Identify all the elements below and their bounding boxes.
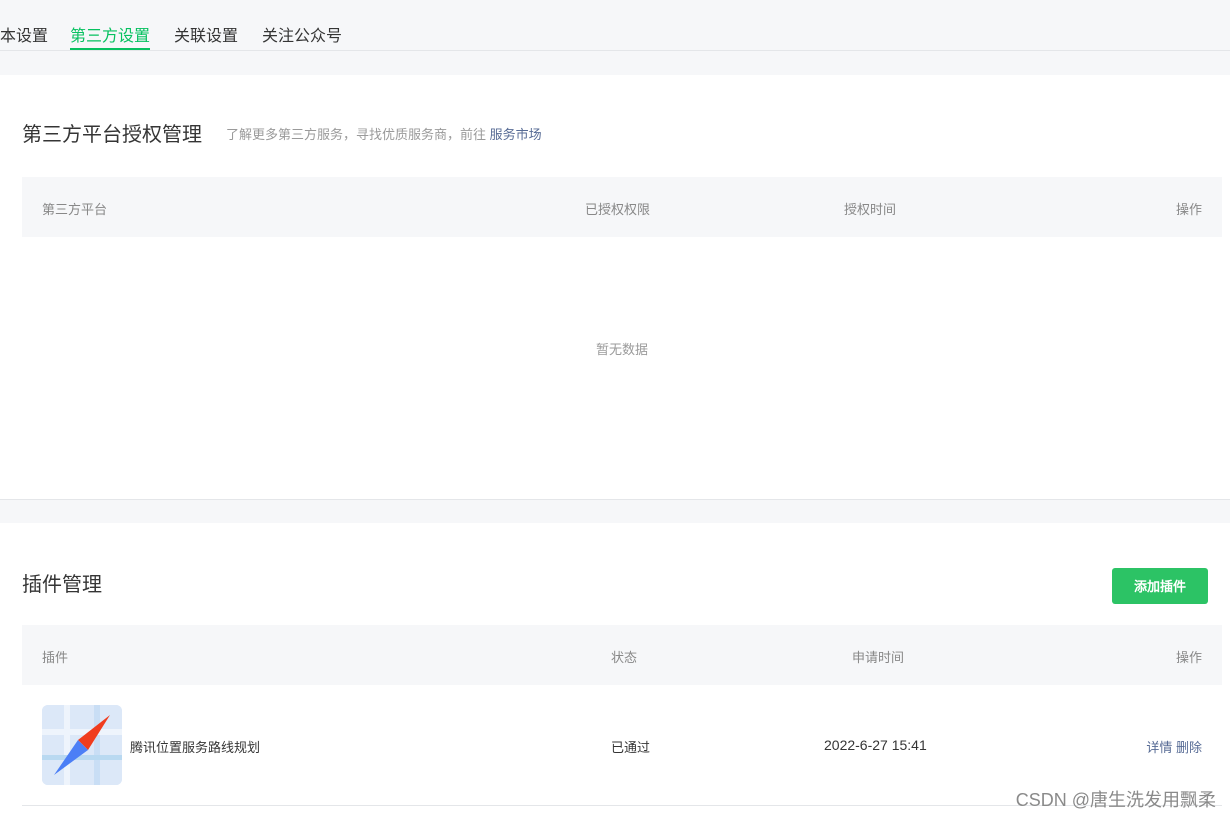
col-auth-time: 授权时间 (844, 202, 897, 217)
watermark: CSDN @唐生洗发用飘柔 (1015, 790, 1216, 810)
tab-basic-settings[interactable]: 本设置 (0, 22, 48, 50)
col-third-party-platform: 第三方平台 (42, 202, 108, 217)
tab-follow-official-account[interactable]: 关注公众号 (262, 22, 342, 50)
col-authorized-permissions: 已授权权限 (585, 202, 651, 217)
auth-desc-text: 了解更多第三方服务，寻找优质服务商，前往 (226, 127, 487, 142)
map-compass-icon (42, 705, 122, 785)
plugin-actions: 详情 删除 (1146, 737, 1202, 756)
plugin-apply-time: 2022-6-27 15:41 (824, 737, 927, 753)
auth-panel: 第三方平台授权管理 了解更多第三方服务，寻找优质服务商，前往 服务市场 第三方平… (0, 75, 1230, 500)
col-status: 状态 (611, 650, 638, 665)
plugin-name: 腾讯位置服务路线规划 (130, 740, 261, 755)
col-plugin: 插件 (42, 650, 69, 665)
auth-section-title: 第三方平台授权管理 (22, 124, 202, 146)
plugin-detail-link[interactable]: 详情 (1146, 740, 1172, 755)
tab-bar: 本设置 第三方设置 关联设置 关注公众号 (0, 0, 1230, 51)
plugin-delete-link[interactable]: 删除 (1176, 740, 1202, 755)
plugin-panel: 插件管理 添加插件 插件 状态 申请时间 操作 腾讯位置服务路线规划 已通过 2… (0, 523, 1230, 820)
plugin-status: 已通过 (611, 740, 651, 755)
col-apply-time: 申请时间 (852, 650, 905, 665)
plugin-section-title: 插件管理 (22, 574, 102, 596)
col-actions: 操作 (1175, 650, 1202, 665)
col-actions: 操作 (1175, 202, 1202, 217)
plugin-table-header: 插件 状态 申请时间 操作 (22, 625, 1222, 685)
service-market-link[interactable]: 服务市场 (490, 127, 542, 142)
tab-third-party-settings[interactable]: 第三方设置 (70, 22, 151, 50)
auth-table-header: 第三方平台 已授权权限 授权时间 操作 (22, 177, 1222, 237)
empty-state: 暂无数据 (595, 342, 648, 357)
auth-section-desc: 了解更多第三方服务，寻找优质服务商，前往 服务市场 (226, 124, 542, 143)
tab-linked-settings[interactable]: 关联设置 (174, 22, 238, 50)
add-plugin-button[interactable]: 添加插件 (1112, 568, 1208, 604)
